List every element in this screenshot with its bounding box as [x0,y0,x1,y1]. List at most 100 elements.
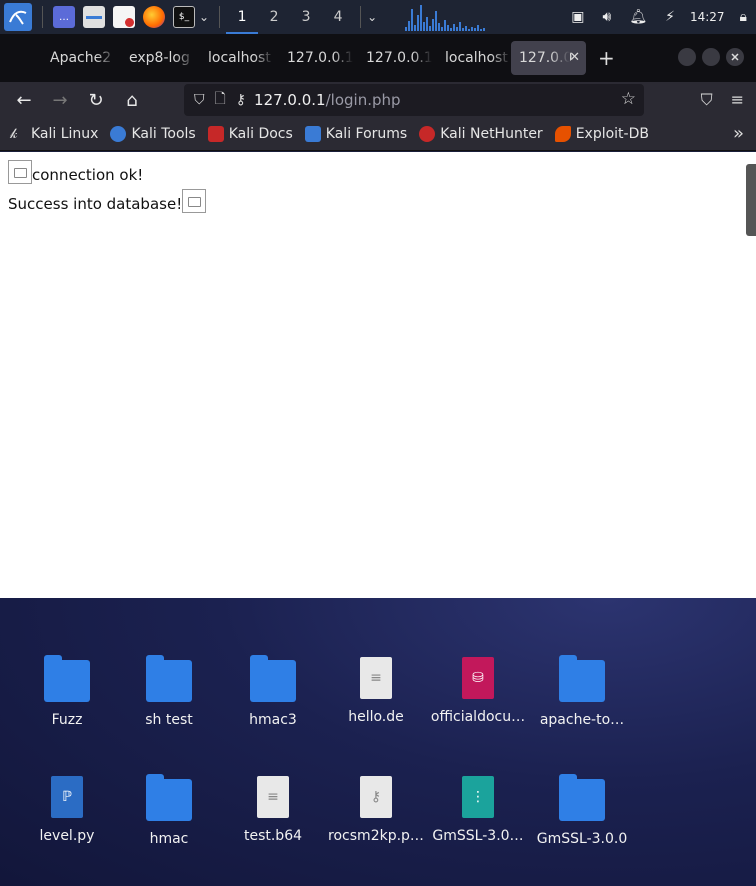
bookmark-label: Exploit-DB [575,126,649,142]
reload-icon[interactable]: ↻ [78,90,114,111]
broken-image-icon [182,189,207,213]
bookmark-label: Kali Docs [228,126,293,142]
desktop-icon-label: hello.de [348,709,404,725]
tab-localhost-b[interactable]: localhost [432,41,511,75]
key-file-icon: ⚷ [360,776,392,818]
tab-label: localhost [208,50,271,66]
back-arrow-icon[interactable]: ← [6,90,42,111]
exploit-db-icon [554,126,571,142]
folder-icon [146,655,192,702]
volume-icon[interactable]: 🔊︎ [603,9,612,25]
page-info-icon[interactable]: 🗋︎ [215,88,226,112]
desktop-icon-apache-to[interactable]: apache-to… [532,655,632,728]
clock[interactable]: 14:27 [690,10,725,24]
panel-separator [219,6,221,28]
lock-icon[interactable]: 🔒︎ [740,9,747,25]
toolbar-right: ⛉ ≡ [701,90,744,110]
desktop-icon-level-py[interactable]: ℙ level.py [17,776,117,844]
workspace-4[interactable]: 4 [322,0,354,34]
firefox-icon[interactable] [143,6,165,28]
desktop-icon-fuzz[interactable]: Fuzz [17,655,117,728]
tab-active-login[interactable]: 127.0.0 ✕ [511,41,586,75]
bookmark-kali-nethunter[interactable]: Kali NetHunter [419,126,543,142]
workspace-2[interactable]: 2 [258,0,290,34]
system-tray: ▣ 🔊︎ 🔔︎ ⚡︎ 14:27 🔒︎ [562,0,756,34]
more-bookmarks-icon[interactable]: » [733,123,744,144]
tab-exp8-log[interactable]: exp8-log [116,41,195,75]
bookmark-kali-tools[interactable]: Kali Tools [110,126,196,142]
workspace-1[interactable]: 1 [226,0,259,34]
forward-arrow-icon[interactable]: → [42,90,78,111]
notification-bell-icon[interactable]: 🔔︎ [629,9,647,25]
new-tab-button[interactable]: + [598,46,615,70]
power-icon[interactable]: ⚡︎ [665,9,675,25]
close-tab-icon[interactable]: ✕ [569,41,580,75]
kali-menu-icon[interactable] [4,3,32,31]
text-editor-icon[interactable] [113,6,135,28]
minimize-button[interactable] [678,48,696,66]
desktop-icon-rocsm2kp[interactable]: ⚷ rocsm2kp.p… [326,776,426,844]
panel-separator [360,6,362,28]
close-window-button[interactable] [726,48,744,66]
terminal-icon[interactable]: $_ [173,6,195,28]
database-file-icon: ⛁ [462,657,494,699]
desktop-icon-hmac[interactable]: hmac [119,774,219,847]
desktop-icon-label: GmSSL-3.0.0 [536,831,628,847]
file-manager-icon[interactable] [83,6,105,28]
address-bar[interactable]: ⛉ 🗋︎ ⚷ 127.0.0.1/login.php ☆ [184,84,644,116]
maximize-button[interactable] [702,48,720,66]
folder-icon [44,655,90,702]
bookmark-label: Kali NetHunter [440,126,543,142]
key-icon[interactable]: ⚷ [236,92,246,108]
kali-docs-icon [207,126,224,142]
pocket-icon[interactable]: ⛉ [701,90,713,110]
home-icon[interactable]: ⌂ [114,90,150,111]
tab-127-0-0-1-b[interactable]: 127.0.0.1 [353,41,432,75]
desktop-icon-hmac3[interactable]: hmac3 [223,655,323,728]
tab-bar: Apache2 exp8-log localhost 127.0.0.1 127… [0,34,756,82]
tab-label: Apache2 [50,50,112,66]
kali-dragon-icon: 𝓀 [10,126,18,142]
bookmark-star-icon[interactable]: ☆ [621,89,636,109]
shield-icon[interactable]: ⛉ [194,92,205,108]
menu-hamburger-icon[interactable]: ≡ [731,90,744,110]
desktop-icon-sh-test[interactable]: sh test [119,655,219,728]
bookmark-kali-forums[interactable]: Kali Forums [304,126,407,142]
desktop-icon-gmssl-folder[interactable]: GmSSL-3.0.0 [532,774,632,847]
web-page: connection ok! Success into database! [0,152,756,598]
url-path: /login.php [325,91,401,109]
desktop-icon-label: level.py [39,828,95,844]
tab-localhost[interactable]: localhost [195,41,274,75]
desktop-icon-gmssl-archive[interactable]: ⋮ GmSSL-3.0… [428,776,528,844]
tab-label: 127.0.0 [519,50,573,66]
url-text[interactable]: 127.0.0.1/login.php [254,91,401,109]
bookmark-kali-docs[interactable]: Kali Docs [207,126,293,142]
python-file-icon: ℙ [51,776,83,818]
kali-tools-icon [110,126,127,142]
desktop-icon-label: Fuzz [51,712,83,728]
nav-toolbar: ← → ↻ ⌂ ⛉ 🗋︎ ⚷ 127.0.0.1/login.php ☆ ⛉ ≡ [0,82,756,118]
text-file-icon: ≡ [257,776,289,818]
bookmark-exploit-db[interactable]: Exploit-DB [554,126,649,142]
desktop-icon-label: hmac [149,831,189,847]
desktop-icon-test-b64[interactable]: ≡ test.b64 [223,776,323,844]
bookmark-kali-linux[interactable]: 𝓀 Kali Linux [10,126,98,142]
folder-icon [559,655,605,702]
chevron-down-icon[interactable]: ⌄ [367,10,377,24]
tab-label: localhost [445,50,508,66]
workspace-switcher-icon[interactable]: … [53,6,75,28]
kali-nethunter-icon [419,126,436,142]
workspace-3[interactable]: 3 [290,0,322,34]
tab-127-0-0-1[interactable]: 127.0.0.1 [274,41,353,75]
text-file-icon: ≡ [360,657,392,699]
network-icon[interactable]: ▣ [571,9,584,25]
desktop-icon-hello-de[interactable]: ≡ hello.de [326,657,426,725]
cpu-graph [405,3,515,31]
tab-apache2[interactable]: Apache2 [37,41,116,75]
chevron-down-icon[interactable]: ⌄ [199,10,209,24]
scrollbar[interactable] [746,164,756,236]
desktop-icon-label: apache-to… [539,712,625,728]
kali-forums-icon [304,126,321,142]
desktop-icon-label: sh test [145,712,193,728]
desktop-icon-officialdocu[interactable]: ⛁ officialdocu… [428,657,528,725]
